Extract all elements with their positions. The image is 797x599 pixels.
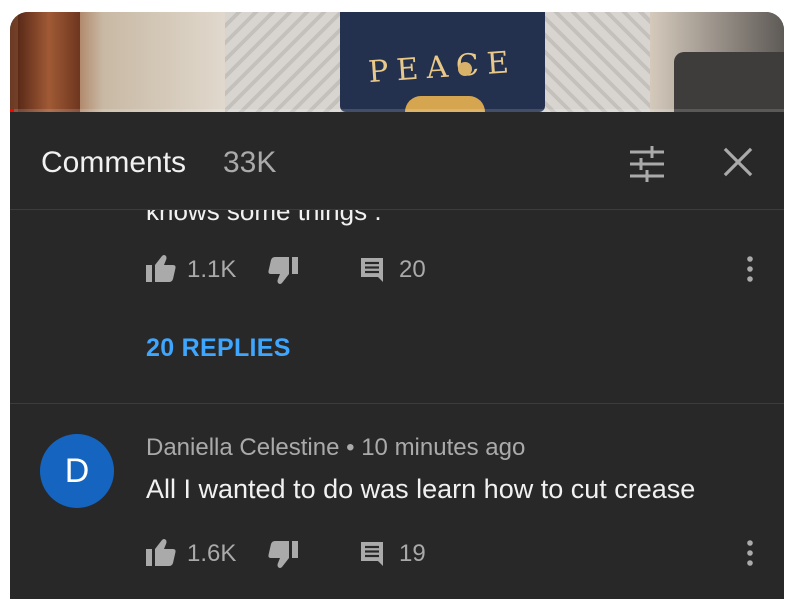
comment-time: 10 minutes ago	[361, 434, 526, 461]
comments-title: Comments	[41, 146, 187, 179]
comments-list[interactable]: knows some things . 1.1K 20 20 REPLIES D…	[10, 210, 784, 599]
more-vert-icon[interactable]	[744, 538, 756, 568]
comment-text-truncated: knows some things .	[146, 210, 382, 226]
comments-panel: PEACE Comments 33K knows some things . 1…	[10, 12, 784, 599]
thumbs-up-icon[interactable]	[146, 254, 176, 282]
comments-header: Comments 33K	[10, 112, 784, 210]
thumbs-down-icon[interactable]	[268, 541, 298, 569]
reply-count: 20	[399, 256, 426, 283]
like-count: 1.6K	[187, 540, 237, 567]
comment-divider	[10, 403, 784, 404]
like-count: 1.1K	[187, 256, 237, 283]
avatar[interactable]: D	[40, 434, 114, 508]
comments-count: 33K	[223, 146, 277, 179]
meta-separator: •	[346, 434, 355, 461]
comment-meta: Daniella Celestine • 10 minutes ago	[146, 434, 525, 462]
thumbs-down-icon[interactable]	[268, 257, 298, 285]
reply-icon[interactable]	[359, 256, 385, 282]
filter-icon[interactable]	[628, 146, 666, 182]
comment-actions: 1.6K 19	[146, 534, 776, 574]
video-scene-shirt-right	[540, 12, 650, 112]
video-scene-pendant	[458, 62, 472, 76]
more-vert-icon[interactable]	[744, 254, 756, 284]
video-scene-shirt-left	[225, 12, 345, 112]
comment-author[interactable]: Daniella Celestine	[146, 434, 339, 461]
video-scene-post	[18, 12, 80, 112]
reply-icon[interactable]	[359, 540, 385, 566]
thumbs-up-icon[interactable]	[146, 538, 176, 566]
view-replies-link[interactable]: 20 REPLIES	[146, 334, 291, 363]
comment-actions: 1.1K 20	[146, 250, 776, 290]
reply-count: 19	[399, 540, 426, 567]
video-scene-seat	[674, 52, 784, 112]
close-icon[interactable]	[721, 145, 755, 179]
video-player[interactable]: PEACE	[10, 12, 784, 112]
comment-text: All I wanted to do was learn how to cut …	[146, 474, 696, 504]
